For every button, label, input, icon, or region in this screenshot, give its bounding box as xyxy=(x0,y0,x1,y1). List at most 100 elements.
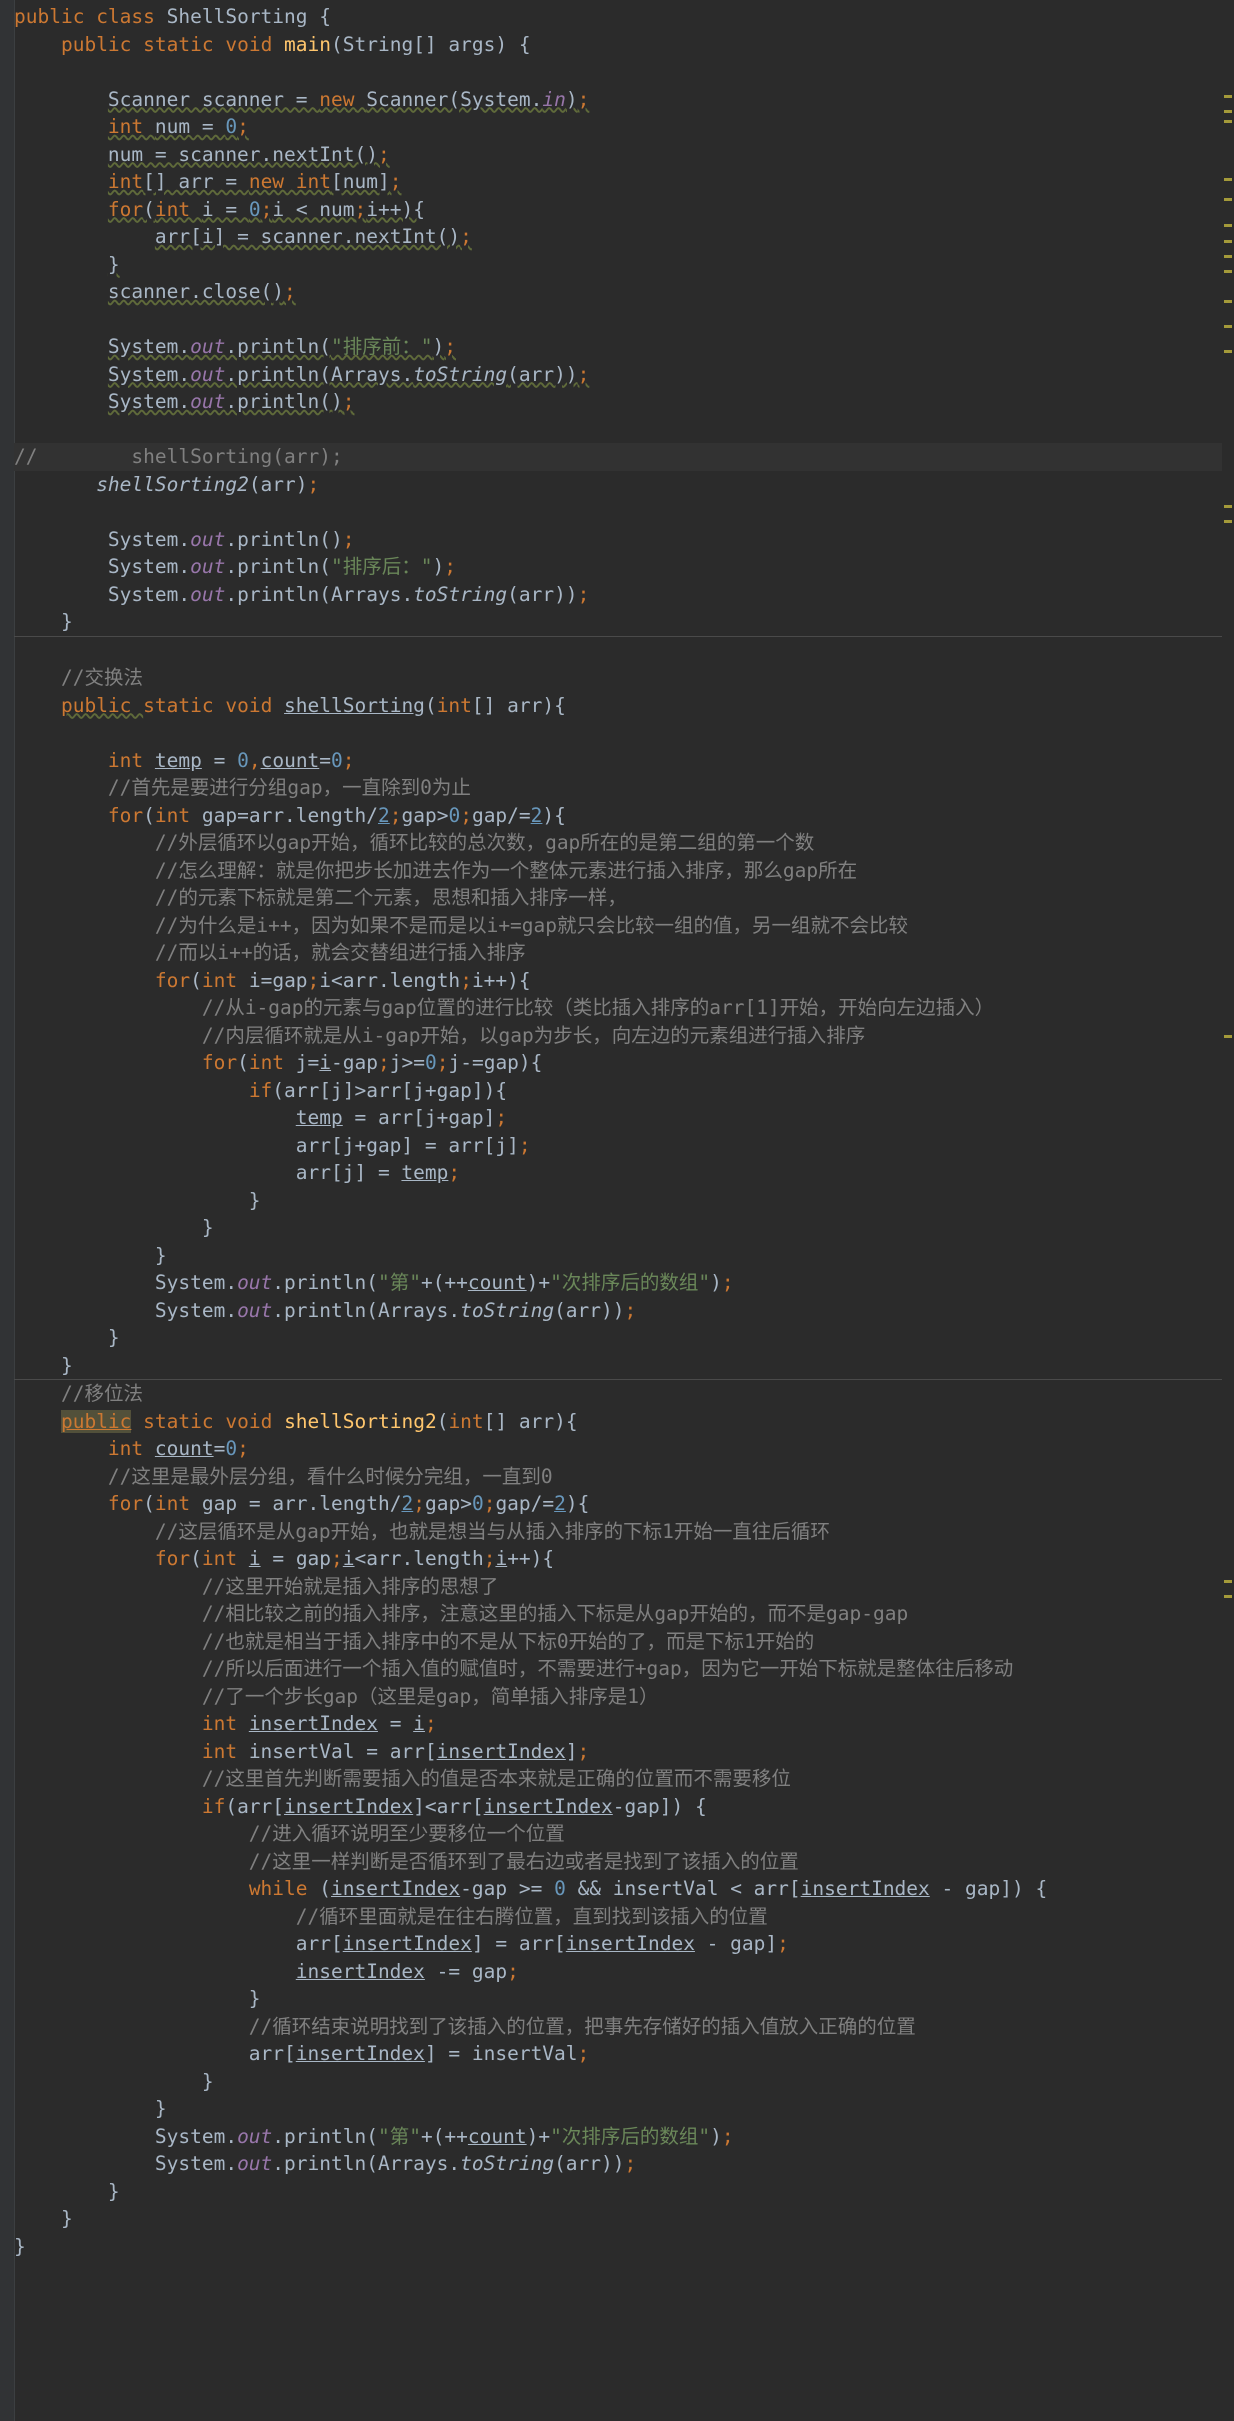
code-line[interactable]: //了一个步长gap（这里是gap，简单插入排序是1） xyxy=(14,1683,1222,1711)
warning-marker[interactable] xyxy=(1224,198,1232,201)
code-line[interactable]: int insertIndex = i; xyxy=(14,1710,1222,1738)
code-line[interactable]: //怎么理解：就是你把步长加进去作为一个整体元素进行插入排序，那么gap所在 xyxy=(14,857,1222,885)
code-line[interactable] xyxy=(14,637,1222,665)
editor-gutter[interactable] xyxy=(0,0,15,2421)
code-line[interactable]: System.out.println(); xyxy=(14,526,1222,554)
code-line[interactable]: } xyxy=(14,2178,1222,2206)
code-line[interactable]: num = scanner.nextInt(); xyxy=(14,141,1222,169)
code-line[interactable]: int temp = 0,count=0; xyxy=(14,747,1222,775)
code-line[interactable]: } xyxy=(14,1352,1222,1380)
code-line[interactable] xyxy=(14,498,1222,526)
code-line[interactable]: System.out.println(Arrays.toString(arr))… xyxy=(14,581,1222,609)
warning-marker[interactable] xyxy=(1224,1595,1232,1598)
code-line[interactable]: scanner.close(); xyxy=(14,278,1222,306)
warning-marker[interactable] xyxy=(1224,1035,1232,1038)
code-line[interactable]: arr[j] = temp; xyxy=(14,1159,1222,1187)
code-line[interactable]: //也就是相当于插入排序中的不是从下标0开始的了，而是下标1开始的 xyxy=(14,1628,1222,1656)
code-line[interactable]: //首先是要进行分组gap，一直除到0为止 xyxy=(14,774,1222,802)
warning-marker[interactable] xyxy=(1224,300,1232,303)
code-line[interactable]: for(int gap = arr.length/2;gap>0;gap/=2)… xyxy=(14,1490,1222,1518)
code-line[interactable]: //这里是最外层分组，看什么时候分完组，一直到0 xyxy=(14,1463,1222,1491)
code-line[interactable]: } xyxy=(14,2095,1222,2123)
code-line[interactable]: //这里首先判断需要插入的值是否本来就是正确的位置而不需要移位 xyxy=(14,1765,1222,1793)
code-line[interactable]: temp = arr[j+gap]; xyxy=(14,1104,1222,1132)
code-line[interactable]: System.out.println(Arrays.toString(arr))… xyxy=(14,2150,1222,2178)
warning-marker[interactable] xyxy=(1224,255,1232,258)
code-line[interactable]: arr[insertIndex] = insertVal; xyxy=(14,2040,1222,2068)
code-line[interactable]: } xyxy=(14,2233,1222,2261)
code-line[interactable]: for(int i = 0;i < num;i++){ xyxy=(14,196,1222,224)
code-line[interactable]: //这里开始就是插入排序的思想了 xyxy=(14,1573,1222,1601)
code-line[interactable]: System.out.println(Arrays.toString(arr))… xyxy=(14,361,1222,389)
code-line[interactable]: System.out.println("排序后："); xyxy=(14,553,1222,581)
code-line[interactable]: if(arr[j]>arr[j+gap]){ xyxy=(14,1077,1222,1105)
code-line[interactable]: int insertVal = arr[insertIndex]; xyxy=(14,1738,1222,1766)
code-line[interactable]: for(int j=i-gap;j>=0;j-=gap){ xyxy=(14,1049,1222,1077)
warning-marker[interactable] xyxy=(1224,120,1232,123)
code-line[interactable]: int[] arr = new int[num]; xyxy=(14,168,1222,196)
code-line[interactable]: public class ShellSorting { xyxy=(14,3,1222,31)
code-line[interactable]: public static void main(String[] args) { xyxy=(14,31,1222,59)
code-line[interactable]: Scanner scanner = new Scanner(System.in)… xyxy=(14,86,1222,114)
warning-marker[interactable] xyxy=(1224,240,1232,243)
code-line[interactable]: System.out.println(Arrays.toString(arr))… xyxy=(14,1297,1222,1325)
code-line[interactable]: //外层循环以gap开始，循环比较的总次数，gap所在的是第二组的第一个数 xyxy=(14,829,1222,857)
code-line[interactable]: shellSorting2(arr); xyxy=(14,471,1222,499)
code-line[interactable]: //移位法 xyxy=(14,1380,1222,1408)
code-line[interactable]: //这里一样判断是否循环到了最右边或者是找到了该插入的位置 xyxy=(14,1848,1222,1876)
code-line[interactable]: //为什么是i++，因为如果不是而是以i+=gap就只会比较一组的值，另一组就不… xyxy=(14,912,1222,940)
code-line[interactable]: //的元素下标就是第二个元素，思想和插入排序一样， xyxy=(14,884,1222,912)
code-line[interactable] xyxy=(14,416,1222,444)
code-line[interactable]: //所以后面进行一个插入值的赋值时，不需要进行+gap，因为它一开始下标就是整体… xyxy=(14,1655,1222,1683)
code-editor[interactable]: public class ShellSorting { public stati… xyxy=(0,0,1234,2421)
code-line[interactable]: //内层循环就是从i-gap开始，以gap为步长，向左边的元素组进行插入排序 xyxy=(14,1022,1222,1050)
code-line[interactable]: public static void shellSorting(int[] ar… xyxy=(14,692,1222,720)
warning-marker[interactable] xyxy=(1224,270,1232,273)
code-line[interactable]: } xyxy=(14,2205,1222,2233)
code-line[interactable]: int num = 0; xyxy=(14,113,1222,141)
code-line[interactable] xyxy=(14,58,1222,86)
code-line[interactable] xyxy=(14,719,1222,747)
code-line[interactable]: } xyxy=(14,251,1222,279)
code-line[interactable]: //进入循环说明至少要移位一个位置 xyxy=(14,1820,1222,1848)
code-line[interactable]: System.out.println(); xyxy=(14,388,1222,416)
warning-marker[interactable] xyxy=(1224,110,1232,113)
code-line[interactable]: //而以i++的话，就会交替组进行插入排序 xyxy=(14,939,1222,967)
code-line[interactable]: //循环结束说明找到了该插入的位置，把事先存储好的插入值放入正确的位置 xyxy=(14,2013,1222,2041)
code-line[interactable]: for(int gap=arr.length/2;gap>0;gap/=2){ xyxy=(14,802,1222,830)
code-line[interactable]: } xyxy=(14,1324,1222,1352)
warning-marker[interactable] xyxy=(1224,325,1232,328)
code-line[interactable]: System.out.println("第"+(++count)+"次排序后的数… xyxy=(14,1269,1222,1297)
code-line[interactable]: arr[insertIndex] = arr[insertIndex - gap… xyxy=(14,1930,1222,1958)
code-line[interactable]: for(int i=gap;i<arr.length;i++){ xyxy=(14,967,1222,995)
code-line[interactable]: //交换法 xyxy=(14,664,1222,692)
code-line[interactable]: if(arr[insertIndex]<arr[insertIndex-gap]… xyxy=(14,1793,1222,1821)
warning-marker[interactable] xyxy=(1224,95,1232,98)
code-line[interactable]: // shellSorting(arr); xyxy=(14,443,1222,471)
code-line[interactable]: System.out.println("第"+(++count)+"次排序后的数… xyxy=(14,2123,1222,2151)
code-line[interactable]: } xyxy=(14,2068,1222,2096)
code-line[interactable]: } xyxy=(14,1985,1222,2013)
code-line[interactable]: } xyxy=(14,1242,1222,1270)
code-line[interactable]: } xyxy=(14,608,1222,637)
code-line[interactable]: while (insertIndex-gap >= 0 && insertVal… xyxy=(14,1875,1222,1903)
warning-marker[interactable] xyxy=(1224,1580,1232,1583)
code-line[interactable]: //这层循环是从gap开始，也就是想当与从插入排序的下标1开始一直往后循环 xyxy=(14,1518,1222,1546)
code-line[interactable]: } xyxy=(14,1187,1222,1215)
error-stripe-scrollbar[interactable] xyxy=(1222,0,1234,2421)
code-line[interactable]: public static void shellSorting2(int[] a… xyxy=(14,1408,1222,1436)
code-area[interactable]: public class ShellSorting { public stati… xyxy=(14,3,1222,2260)
code-line[interactable]: System.out.println("排序前："); xyxy=(14,333,1222,361)
code-line[interactable]: //循环里面就是在往右腾位置，直到找到该插入的位置 xyxy=(14,1903,1222,1931)
warning-marker[interactable] xyxy=(1224,350,1232,353)
warning-marker[interactable] xyxy=(1224,505,1232,508)
code-line[interactable] xyxy=(14,306,1222,334)
code-line[interactable]: //从i-gap的元素与gap位置的进行比较（类比插入排序的arr[1]开始，开… xyxy=(14,994,1222,1022)
code-line[interactable]: for(int i = gap;i<arr.length;i++){ xyxy=(14,1545,1222,1573)
code-line[interactable]: arr[i] = scanner.nextInt(); xyxy=(14,223,1222,251)
warning-marker[interactable] xyxy=(1224,520,1232,523)
warning-marker[interactable] xyxy=(1224,224,1232,227)
warning-marker[interactable] xyxy=(1224,178,1232,181)
code-line[interactable]: arr[j+gap] = arr[j]; xyxy=(14,1132,1222,1160)
code-line[interactable]: int count=0; xyxy=(14,1435,1222,1463)
